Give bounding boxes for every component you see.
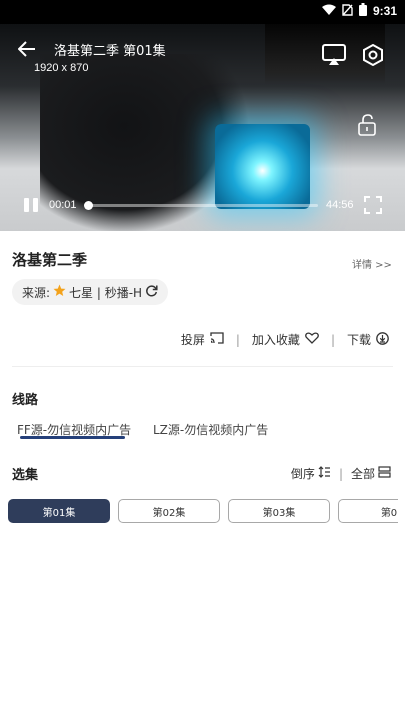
player-title: 洛基第二季 第01集	[54, 44, 166, 59]
fullscreen-icon[interactable]	[362, 194, 384, 216]
refresh-icon[interactable]	[145, 284, 158, 300]
episode-list[interactable]: 第01集 第02集 第03集 第0	[8, 499, 398, 525]
sort-toggle[interactable]: 倒序	[291, 465, 331, 482]
cast-icon	[210, 332, 224, 347]
favorite-button[interactable]: 加入收藏	[252, 331, 319, 348]
episode-button[interactable]: 第03集	[228, 499, 330, 523]
episode-button[interactable]: 第0	[338, 499, 398, 523]
airplay-cast-icon[interactable]	[320, 42, 348, 68]
all-episodes-button[interactable]: 全部	[351, 465, 391, 482]
status-time: 9:31	[372, 4, 397, 18]
source-prefix: 来源:	[22, 285, 51, 300]
action-bar: 投屏 | 加入收藏 | 下载	[181, 331, 389, 348]
action-separator: |	[235, 332, 240, 347]
screen-lock-icon[interactable]	[354, 112, 380, 138]
action-separator: |	[330, 332, 335, 347]
pause-icon[interactable]	[20, 194, 42, 216]
progress-bar[interactable]	[84, 201, 318, 210]
sort-label: 倒序	[290, 467, 315, 481]
episode-button[interactable]: 第01集	[8, 499, 110, 523]
total-time: 44:56	[326, 199, 354, 211]
status-bar: 9:31	[0, 0, 405, 24]
source-name: 七星 | 秒播-H	[69, 285, 143, 300]
battery-icon	[358, 3, 367, 19]
current-time: 00:01	[49, 199, 77, 211]
episode-button[interactable]: 第02集	[118, 499, 220, 523]
route-tab-lz[interactable]: LZ源-勿信视频内广告	[153, 421, 268, 438]
control-separator: |	[338, 466, 343, 481]
cast-label: 投屏	[180, 333, 205, 347]
details-link[interactable]: 详情 >>	[352, 256, 392, 271]
route-active-indicator	[20, 436, 125, 439]
grid-list-icon	[378, 466, 391, 481]
cast-button[interactable]: 投屏	[181, 331, 224, 348]
no-sim-icon	[342, 3, 353, 19]
back-arrow-icon[interactable]	[14, 36, 40, 62]
player-resolution: 1920 x 870	[34, 62, 89, 74]
divider	[12, 366, 393, 367]
star-logo-icon	[53, 284, 66, 300]
source-selector[interactable]: 来源: 七星 | 秒播-H	[12, 279, 169, 305]
wifi-icon	[321, 4, 336, 19]
favorite-label: 加入收藏	[251, 333, 300, 347]
video-player[interactable]: 洛基第二季 第01集 1920 x 870 00:01 44:56	[0, 24, 405, 231]
routes-title: 线路	[12, 393, 39, 408]
sort-icon	[318, 466, 331, 481]
all-label: 全部	[350, 467, 375, 481]
download-label: 下载	[346, 333, 371, 347]
show-title: 洛基第二季	[12, 251, 88, 269]
video-frame-glowing-cube	[215, 124, 310, 209]
episode-controls: 倒序 | 全部	[291, 465, 391, 482]
download-icon	[376, 331, 389, 348]
download-button[interactable]: 下载	[347, 331, 389, 348]
heart-icon	[305, 332, 319, 347]
settings-hexagon-icon[interactable]	[360, 42, 386, 68]
episodes-title: 选集	[12, 468, 39, 483]
